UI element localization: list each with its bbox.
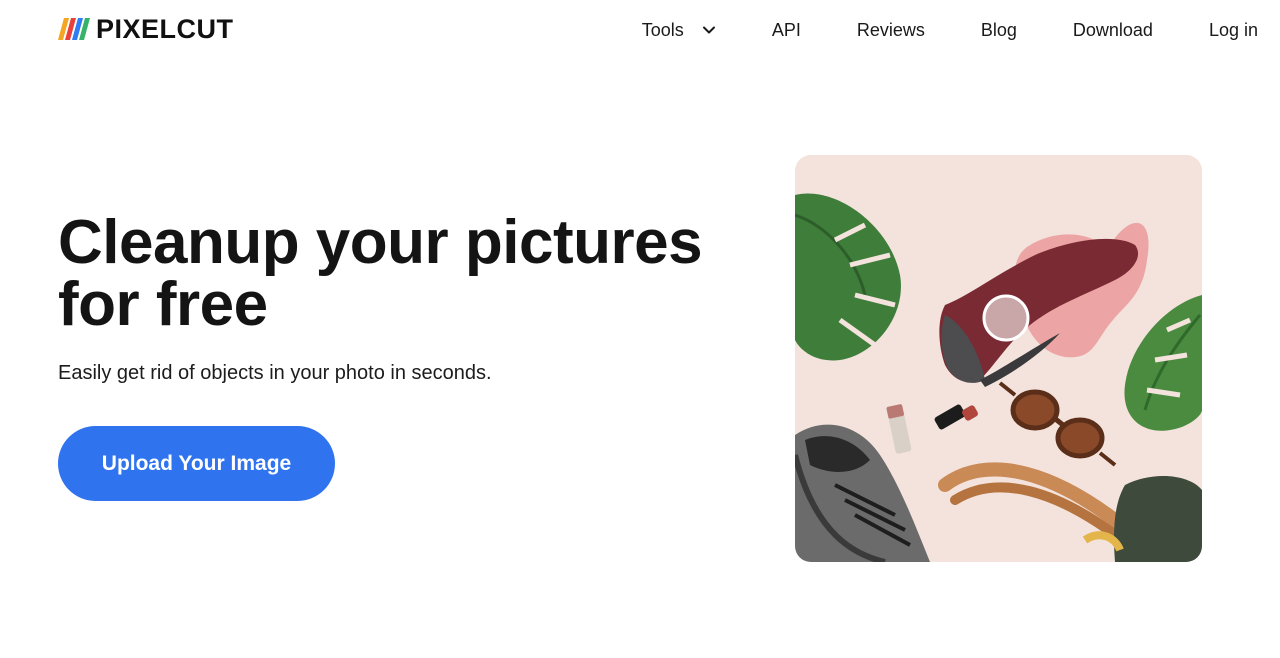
- nav-item-tools[interactable]: Tools: [642, 18, 716, 42]
- main-nav: Tools API Reviews Blog Download Log in: [642, 18, 1258, 42]
- nav-item-reviews[interactable]: Reviews: [857, 18, 925, 42]
- nav-label-blog: Blog: [980, 20, 1017, 40]
- nav-label-tools: Tools: [641, 20, 684, 40]
- hero-title: Cleanup your pictures for free: [58, 212, 738, 336]
- page: PIXELCUT Tools API Reviews Blog Download: [0, 0, 1280, 658]
- nav-item-download[interactable]: Download: [1073, 18, 1153, 42]
- nav-label-login: Log in: [1208, 20, 1258, 40]
- nav-item-login[interactable]: Log in: [1209, 18, 1258, 42]
- brand-logo[interactable]: PIXELCUT: [58, 14, 234, 44]
- brand-name: PIXELCUT: [96, 14, 234, 44]
- site-header: PIXELCUT Tools API Reviews Blog Download: [0, 0, 1280, 60]
- nav-label-reviews: Reviews: [856, 20, 925, 40]
- chevron-down-icon: [702, 26, 715, 34]
- product-flatlay-illustration: [795, 155, 1202, 562]
- nav-label-api: API: [771, 20, 801, 40]
- hero-title-line-2: for free: [58, 270, 268, 339]
- hero-title-line-1: Cleanup your pictures: [58, 208, 703, 277]
- nav-label-download: Download: [1072, 20, 1153, 40]
- nav-item-blog[interactable]: Blog: [981, 18, 1017, 42]
- hero-subtitle: Easily get rid of objects in your photo …: [58, 362, 492, 384]
- upload-image-button[interactable]: Upload Your Image: [58, 426, 335, 501]
- nav-item-api[interactable]: API: [772, 18, 801, 42]
- logo-stripes-icon: [58, 18, 90, 40]
- hero-preview-image: [795, 155, 1202, 562]
